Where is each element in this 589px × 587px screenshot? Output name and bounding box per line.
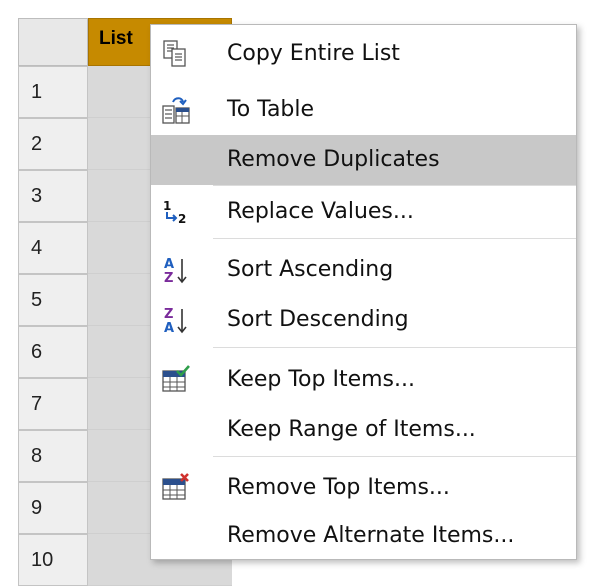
- svg-text:A: A: [164, 257, 174, 272]
- menu-item-replace-values[interactable]: 1 2 Replace Values...: [151, 187, 576, 237]
- menu-item-label: Keep Top Items...: [227, 367, 415, 392]
- menu-item-label: Sort Ascending: [227, 257, 394, 282]
- menu-item-remove-alternate-items[interactable]: Remove Alternate Items...: [151, 511, 576, 561]
- menu-item-remove-duplicates[interactable]: Remove Duplicates: [151, 135, 576, 185]
- menu-item-keep-range-of-items[interactable]: Keep Range of Items...: [151, 405, 576, 455]
- menu-item-label: Remove Top Items...: [227, 475, 450, 500]
- svg-text:1: 1: [163, 199, 171, 213]
- row-header-4[interactable]: 4: [18, 222, 88, 274]
- menu-separator: [213, 185, 576, 186]
- menu-item-copy-entire-list[interactable]: Copy Entire List: [151, 29, 576, 79]
- menu-item-sort-descending[interactable]: Z A Sort Descending: [151, 295, 576, 345]
- svg-text:2: 2: [178, 212, 186, 226]
- row-header-1[interactable]: 1: [18, 66, 88, 118]
- row-header-6[interactable]: 6: [18, 326, 88, 378]
- menu-item-label: Replace Values...: [227, 199, 414, 224]
- menu-item-label: To Table: [227, 97, 315, 122]
- row-header-9[interactable]: 9: [18, 482, 88, 534]
- row-header-8[interactable]: 8: [18, 430, 88, 482]
- menu-item-keep-top-items[interactable]: Keep Top Items...: [151, 355, 576, 405]
- svg-text:Z: Z: [164, 307, 173, 322]
- remove-top-items-icon: [161, 473, 191, 503]
- menu-item-label: Remove Alternate Items...: [227, 523, 515, 548]
- menu-item-label: Sort Descending: [227, 307, 409, 332]
- copy-icon: [161, 39, 191, 69]
- row-header-7[interactable]: 7: [18, 378, 88, 430]
- svg-text:A: A: [164, 321, 174, 335]
- menu-separator: [213, 238, 576, 239]
- row-header-10[interactable]: 10: [18, 534, 88, 586]
- menu-separator: [213, 456, 576, 457]
- menu-separator: [213, 347, 576, 348]
- menu-item-label: Remove Duplicates: [227, 147, 440, 172]
- sort-descending-icon: Z A: [161, 305, 191, 336]
- menu-item-label: Keep Range of Items...: [227, 417, 476, 442]
- grid-corner-cell[interactable]: [18, 18, 88, 66]
- sort-ascending-icon: A Z: [161, 255, 191, 286]
- menu-item-remove-top-items[interactable]: Remove Top Items...: [151, 463, 576, 513]
- menu-item-to-table[interactable]: To Table: [151, 85, 576, 135]
- replace-values-icon: 1 2: [161, 197, 191, 227]
- row-header-3[interactable]: 3: [18, 170, 88, 222]
- row-header-5[interactable]: 5: [18, 274, 88, 326]
- context-menu: Copy Entire List To Table Remove Duplica…: [150, 24, 577, 560]
- svg-text:Z: Z: [164, 271, 173, 285]
- to-table-icon: [161, 95, 191, 125]
- menu-item-label: Copy Entire List: [227, 41, 400, 66]
- row-header-2[interactable]: 2: [18, 118, 88, 170]
- keep-top-items-icon: [161, 365, 191, 395]
- menu-item-sort-ascending[interactable]: A Z Sort Ascending: [151, 245, 576, 295]
